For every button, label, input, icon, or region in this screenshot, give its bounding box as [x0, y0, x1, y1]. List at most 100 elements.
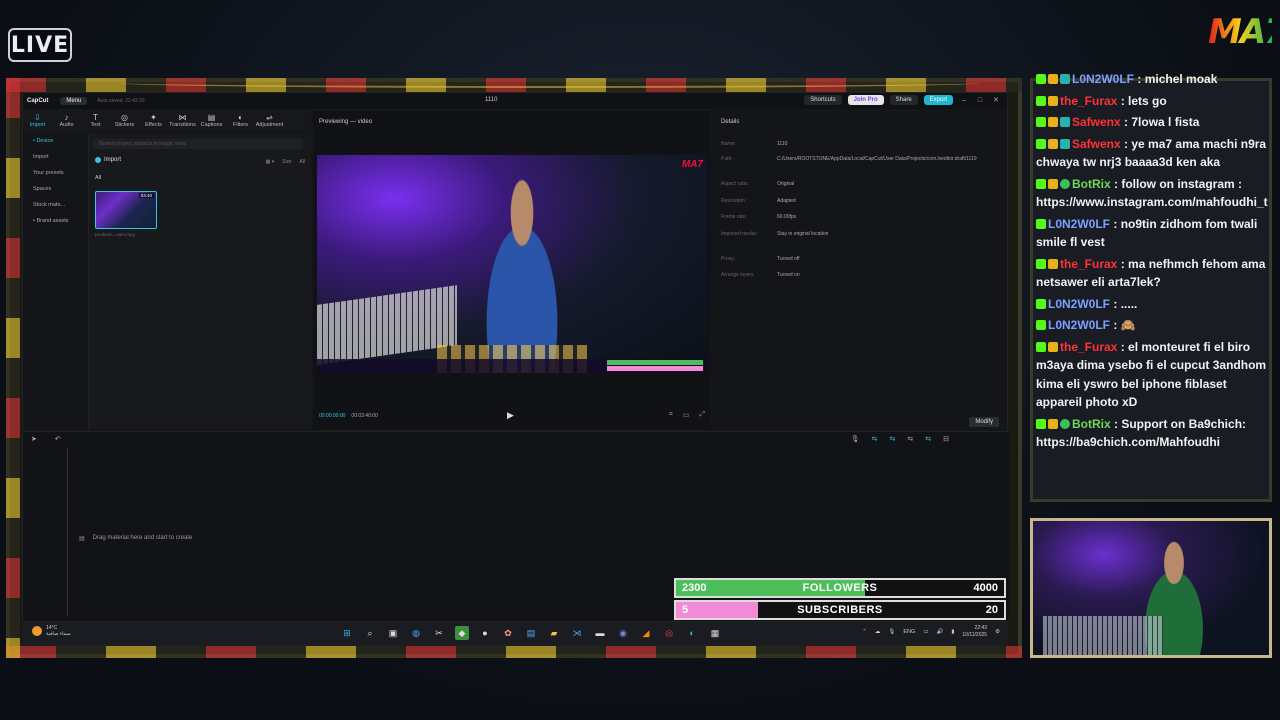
- tool-import[interactable]: ⇩ Import: [23, 109, 52, 131]
- vscode-icon[interactable]: ⋊: [570, 626, 584, 640]
- app-blue-icon[interactable]: ▤: [524, 626, 538, 640]
- export-button[interactable]: Export: [923, 95, 953, 105]
- tray-chevron-icon[interactable]: ⌃: [862, 629, 867, 635]
- start-icon[interactable]: ⊞: [340, 626, 354, 640]
- chat-username[interactable]: the_Furax: [1060, 257, 1117, 271]
- clock[interactable]: 22:43 10/11/2025: [962, 625, 987, 639]
- magnet-icon[interactable]: ⇆: [890, 435, 896, 443]
- leftnav-item[interactable]: Your presets: [23, 165, 88, 181]
- chat-username[interactable]: L0N2W0LF: [1048, 297, 1110, 311]
- filters-icon: ◐: [238, 112, 243, 122]
- chat-message: Safwenx : 7lowa l fista: [1036, 113, 1268, 132]
- maximize-icon[interactable]: □: [975, 97, 985, 104]
- adjustment-icon: ⇌: [266, 112, 273, 122]
- details-value: Adapted: [777, 198, 796, 204]
- capcut-taskbar-icon[interactable]: ✂: [432, 626, 446, 640]
- modify-button[interactable]: Modify: [969, 417, 999, 427]
- app-green-icon[interactable]: ◆: [455, 626, 469, 640]
- player-title: Previewing — video: [319, 119, 373, 125]
- battery-icon[interactable]: ▮: [951, 629, 954, 635]
- import-button[interactable]: Import: [95, 157, 121, 163]
- share-button[interactable]: Share: [889, 95, 918, 105]
- ratio-icon[interactable]: ▭: [683, 411, 690, 419]
- app-white-icon[interactable]: ▦: [708, 626, 722, 640]
- view-toggle-icon[interactable]: ▦ ▾: [266, 159, 275, 165]
- close-icon[interactable]: ✕: [991, 96, 1001, 104]
- tool-filters[interactable]: ◐ Filters: [226, 109, 255, 131]
- zoom-icon[interactable]: ⊟: [943, 435, 949, 443]
- kick-badge-icon: [1036, 298, 1046, 309]
- volume-icon[interactable]: 🔊: [937, 629, 944, 635]
- search-icon[interactable]: ⌕: [363, 626, 377, 640]
- sub-badge-icon: [1048, 117, 1058, 127]
- link-icon[interactable]: ⇆: [872, 435, 878, 443]
- terminal-icon[interactable]: ▬: [593, 626, 607, 640]
- chat-username[interactable]: L0N2W0LF: [1048, 318, 1110, 332]
- leftnav-item[interactable]: • Device: [23, 133, 88, 149]
- sort-button[interactable]: Sort: [282, 159, 291, 165]
- folder-icon[interactable]: ▰: [547, 626, 561, 640]
- media-search-input[interactable]: Search project, subjects in image, texts: [93, 139, 303, 149]
- app-orange-icon[interactable]: ◢: [639, 626, 653, 640]
- video-preview[interactable]: MA7: [317, 155, 707, 373]
- widgets-icon[interactable]: ◍: [409, 626, 423, 640]
- leftnav-item[interactable]: Stock mate...: [23, 197, 88, 213]
- chat-username[interactable]: BotRix: [1072, 417, 1111, 431]
- language-indicator[interactable]: ENG: [903, 629, 915, 635]
- tool-audio[interactable]: ♪ Audio: [52, 109, 81, 131]
- tool-adjustment[interactable]: ⇌ Adjustment: [255, 109, 284, 131]
- timeline-playhead[interactable]: [67, 448, 68, 616]
- tool-captions[interactable]: ▤ Captions: [197, 109, 226, 131]
- join-pro-button[interactable]: Join Pro: [847, 95, 884, 105]
- menu-button[interactable]: Menu: [60, 97, 88, 105]
- notification-icon[interactable]: ⚙: [995, 629, 1000, 635]
- tool-transitions[interactable]: ⋈ Transitions: [168, 109, 197, 131]
- app-multicolor-icon[interactable]: ✿: [501, 626, 515, 640]
- taskview-icon[interactable]: ▣: [386, 626, 400, 640]
- crop-icon[interactable]: ⌗: [669, 411, 673, 419]
- kick-badge-icon: [1036, 258, 1046, 269]
- clock-time: 22:43: [974, 625, 988, 631]
- windows-taskbar: 14°C سماء صافية ⊞ ⌕ ▣ ◍ ✂ ◆ ● ✿ ▤ ▰ ⋊ ▬ …: [22, 622, 1008, 646]
- preview-axis-icon[interactable]: ⇆: [925, 435, 931, 443]
- obs-icon[interactable]: ●: [478, 626, 492, 640]
- play-icon[interactable]: ▶: [507, 410, 514, 421]
- chat-username[interactable]: Safwenx: [1072, 115, 1121, 129]
- leftnav-item[interactable]: Spaces: [23, 181, 88, 197]
- frame-pattern-left: [6, 78, 20, 658]
- chat-username[interactable]: L0N2W0LF: [1072, 72, 1134, 86]
- stickers-icon: ◎: [121, 112, 128, 122]
- leftnav-item[interactable]: • Brand assets: [23, 213, 88, 229]
- media-all-tab[interactable]: All: [95, 175, 101, 181]
- preview-followers-bar: [607, 360, 703, 365]
- chat-username[interactable]: the_Furax: [1060, 340, 1117, 354]
- webcam-feed: [1030, 518, 1272, 658]
- mic-tray-icon[interactable]: 🎙: [888, 629, 895, 635]
- minimize-icon[interactable]: –: [959, 97, 969, 104]
- mic-icon[interactable]: 🎙: [851, 435, 860, 443]
- fullscreen-icon[interactable]: ⤢: [699, 411, 705, 419]
- shortcuts-button[interactable]: Shortcuts: [804, 95, 842, 105]
- network-icon[interactable]: ▭: [923, 629, 928, 635]
- snap-icon[interactable]: ⇆: [907, 435, 913, 443]
- discord-icon[interactable]: ◉: [616, 626, 630, 640]
- weather-widget[interactable]: 14°C سماء صافية: [32, 625, 71, 637]
- chat-username[interactable]: the_Furax: [1060, 94, 1117, 108]
- chat-username[interactable]: BotRix: [1072, 177, 1111, 191]
- edge-icon[interactable]: ◐: [685, 626, 699, 640]
- media-thumbnail[interactable]: 03:40: [95, 191, 157, 229]
- chrome-icon[interactable]: ◎: [662, 626, 676, 640]
- tool-stickers[interactable]: ◎ Stickers: [110, 109, 139, 131]
- timeline-drop-hint[interactable]: ▤ Drag material here and start to create: [79, 535, 192, 542]
- tool-effects[interactable]: ✦ Effects: [139, 109, 168, 131]
- chat-username[interactable]: Safwenx: [1072, 137, 1121, 151]
- media-left-nav: • Device Import Your presets Spaces Stock ma…: [23, 133, 89, 429]
- leftnav-item[interactable]: Import: [23, 149, 88, 165]
- tool-text[interactable]: T Text: [81, 109, 110, 131]
- filter-all-button[interactable]: All: [299, 159, 305, 165]
- chat-username[interactable]: L0N2W0LF: [1048, 217, 1110, 231]
- undo-icon[interactable]: ↶: [55, 435, 61, 443]
- cloud-icon[interactable]: ☁: [875, 629, 881, 635]
- select-tool-icon[interactable]: ➤: [31, 435, 37, 443]
- kick-badge-icon: [1036, 74, 1046, 84]
